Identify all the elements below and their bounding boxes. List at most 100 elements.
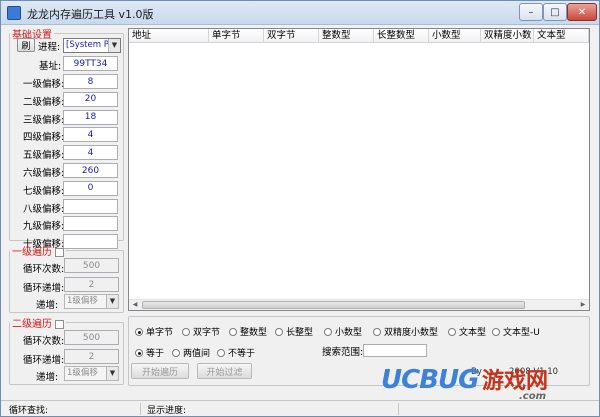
refresh-button[interactable]: 刷 — [17, 38, 35, 52]
column-word[interactable]: 双字节 — [264, 29, 319, 43]
offset-label: 四级偏移: — [23, 132, 65, 144]
offset-label: 三级偏移: — [23, 114, 65, 126]
app-icon — [7, 6, 21, 20]
loop1-inc-label: 循环递增: — [23, 283, 65, 294]
loop2-target-label: 递增: — [36, 372, 59, 383]
offset-field[interactable]: 20 — [63, 91, 118, 107]
radio-icon[interactable] — [182, 327, 190, 336]
radio-icon[interactable] — [217, 348, 225, 357]
start-filter-button[interactable]: 开始过滤 — [197, 363, 252, 379]
watermark-brand: UCBUG — [381, 365, 479, 395]
loop1-target-select[interactable]: 1级偏移 ▼ — [64, 294, 119, 309]
status-progress: 显示进度: — [143, 403, 399, 416]
loop1-legend-text: 一级遍历 — [12, 247, 52, 258]
loop1-legend: 一级遍历 — [10, 243, 66, 258]
horizontal-scrollbar[interactable]: ◀ ▶ — [129, 299, 589, 310]
loop1-count-field[interactable]: 500 — [64, 258, 119, 273]
radio-icon[interactable] — [448, 327, 456, 336]
radio-icon[interactable] — [172, 348, 180, 357]
chevron-down-icon[interactable]: ▼ — [106, 295, 118, 308]
scroll-left-icon[interactable]: ◀ — [129, 300, 141, 310]
type-option[interactable]: 文本型-U — [492, 325, 540, 338]
offset-field[interactable]: 18 — [63, 109, 118, 125]
compare-option-label: 不等于 — [228, 349, 256, 359]
loop2-target-value: 1级偏移 — [67, 368, 98, 378]
loop1-enable-checkbox[interactable] — [55, 247, 64, 257]
loop2-count-field[interactable]: 500 — [64, 330, 119, 345]
loop2-legend-text: 二级遍历 — [12, 319, 52, 330]
column-float[interactable]: 小数型 — [429, 29, 481, 43]
offset-label: 八级偏移: — [23, 203, 65, 215]
status-loop-search: 循环查找: — [5, 403, 141, 416]
process-select[interactable]: [System Pro ▼ — [63, 38, 121, 53]
column-address[interactable]: 地址 — [129, 29, 209, 43]
type-option[interactable]: 单字节 — [135, 325, 173, 338]
window-title: 龙龙内存遍历工具 v1.0版 — [27, 8, 154, 21]
compare-option[interactable]: 等于 — [135, 346, 164, 359]
loop1-inc-field[interactable]: 2 — [64, 277, 119, 292]
loop2-target-select[interactable]: 1级偏移 ▼ — [64, 366, 119, 381]
column-long[interactable]: 长整数型 — [374, 29, 429, 43]
offset-field[interactable] — [63, 198, 118, 214]
radio-icon[interactable] — [135, 348, 143, 357]
type-option[interactable]: 双字节 — [182, 325, 220, 338]
type-option-label: 小数型 — [335, 328, 363, 338]
radio-icon[interactable] — [492, 327, 500, 336]
offset-label: 六级偏移: — [23, 168, 65, 179]
offset-field[interactable]: 260 — [63, 163, 118, 178]
scroll-right-icon[interactable]: ▶ — [577, 300, 589, 310]
loop2-inc-field[interactable]: 2 — [64, 349, 119, 364]
radio-icon[interactable] — [275, 327, 283, 336]
scroll-thumb[interactable] — [142, 301, 525, 309]
offset-field[interactable]: 4 — [63, 127, 118, 143]
type-option-label: 文本型-U — [503, 328, 540, 338]
compare-option[interactable]: 不等于 — [217, 346, 255, 359]
loop2-enable-checkbox[interactable] — [55, 319, 64, 329]
offset-label: 二级偏移: — [23, 96, 65, 108]
chevron-down-icon[interactable]: ▼ — [108, 39, 120, 52]
column-double[interactable]: 双精度小数 — [481, 29, 534, 43]
close-button[interactable]: ✕ — [567, 3, 597, 21]
type-option-label: 双字节 — [193, 328, 221, 338]
column-text[interactable]: 文本型 — [534, 29, 589, 43]
maximize-button[interactable]: □ — [543, 3, 567, 21]
radio-icon[interactable] — [229, 327, 237, 336]
process-label: 进程: — [38, 42, 61, 53]
column-byte[interactable]: 单字节 — [209, 29, 264, 43]
compare-option-label: 等于 — [146, 349, 165, 359]
offset-label: 一级偏移: — [23, 79, 65, 90]
watermark-logo: UCBUG 游戏网 .com — [381, 363, 548, 403]
type-option-label: 双精度小数型 — [384, 328, 439, 338]
result-list[interactable]: 地址 单字节 双字节 整数型 长整数型 小数型 双精度小数 文本型 ◀ ▶ — [128, 28, 590, 311]
app-window: 龙龙内存遍历工具 v1.0版 – □ ✕ 基础设置 刷 进程: [System … — [0, 0, 600, 417]
offset-field[interactable]: 0 — [63, 180, 118, 196]
radio-icon[interactable] — [373, 327, 381, 336]
type-option[interactable]: 文本型 — [448, 325, 486, 338]
minimize-button[interactable]: – — [519, 3, 543, 21]
type-option-label: 文本型 — [459, 328, 487, 338]
base-address-label: 基址: — [39, 61, 62, 72]
loop1-target-value: 1级偏移 — [67, 296, 98, 306]
offset-field[interactable] — [63, 216, 118, 232]
type-option[interactable]: 小数型 — [324, 325, 362, 338]
column-int[interactable]: 整数型 — [319, 29, 374, 43]
radio-icon[interactable] — [135, 327, 143, 336]
loop2-legend: 二级遍历 — [10, 315, 66, 330]
type-option[interactable]: 长整型 — [275, 325, 313, 338]
loop1-target-label: 递增: — [36, 300, 59, 311]
loop2-inc-label: 循环递增: — [23, 355, 65, 366]
type-option[interactable]: 双精度小数型 — [373, 325, 438, 338]
offset-field[interactable]: 8 — [63, 74, 118, 89]
search-range-label: 搜索范围: — [322, 347, 364, 358]
base-address-field[interactable]: 99TT34 — [63, 56, 118, 71]
type-option[interactable]: 整数型 — [229, 325, 267, 338]
search-range-field[interactable] — [363, 344, 427, 357]
type-option-label: 单字节 — [146, 328, 174, 338]
radio-icon[interactable] — [324, 327, 332, 336]
offset-field[interactable]: 4 — [63, 145, 118, 161]
chevron-down-icon[interactable]: ▼ — [106, 367, 118, 380]
type-option-label: 长整型 — [286, 328, 314, 338]
start-loop-button[interactable]: 开始遍历 — [131, 363, 189, 379]
compare-option[interactable]: 两值间 — [172, 346, 210, 359]
result-list-header: 地址 单字节 双字节 整数型 长整数型 小数型 双精度小数 文本型 — [129, 29, 589, 43]
